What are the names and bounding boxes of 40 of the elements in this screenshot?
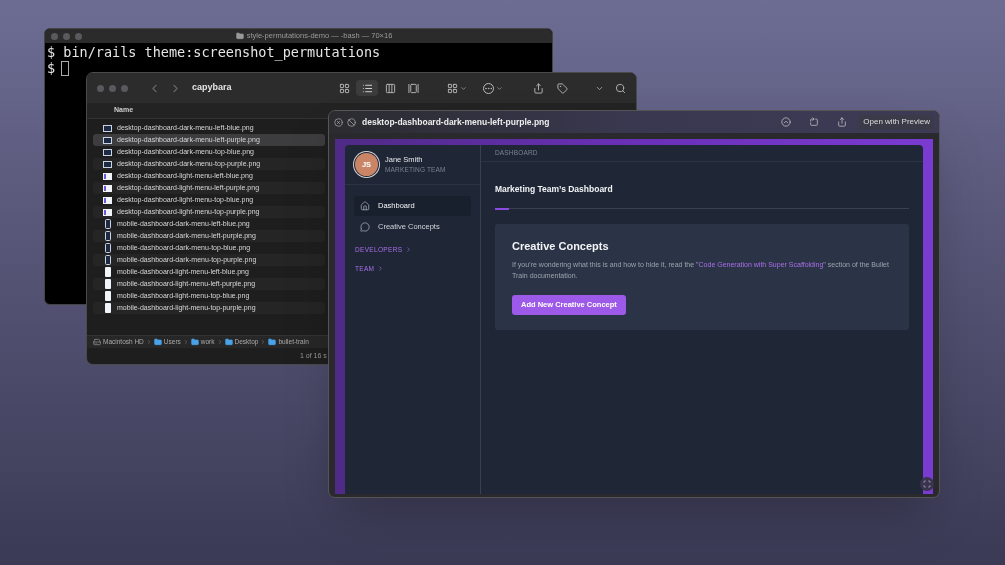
chevron-right-icon — [145, 339, 152, 345]
image-thumbnail-icon — [103, 208, 112, 216]
home-icon — [360, 201, 370, 211]
chat-bubble-icon — [360, 222, 370, 232]
terminal-line: $ bin/rails theme:screenshot_permutations — [47, 44, 381, 60]
chevron-right-icon — [260, 339, 267, 345]
chevron-right-icon — [216, 339, 223, 345]
list-icon — [361, 82, 373, 94]
image-thumbnail-icon — [103, 184, 112, 192]
card-title: Creative Concepts — [512, 239, 610, 254]
close-icon[interactable] — [334, 117, 343, 127]
page-heading: Marketing Team’s Dashboard — [495, 184, 613, 194]
search-icon[interactable] — [615, 82, 626, 94]
list-view-button[interactable] — [356, 80, 378, 96]
hard-drive-icon — [93, 338, 101, 346]
folder-icon — [190, 338, 199, 346]
grid-icon — [447, 82, 458, 94]
rotate-icon[interactable] — [809, 117, 820, 127]
tag-icon[interactable] — [557, 82, 568, 94]
window-title: desktop-dashboard-dark-menu-left-purple.png — [362, 115, 550, 129]
folder-icon — [153, 338, 162, 346]
folder-icon — [235, 32, 244, 40]
folder-icon — [268, 338, 277, 346]
column-view-icon[interactable] — [385, 82, 396, 94]
chevron-down-icon — [496, 84, 503, 92]
chevron-right-icon — [377, 265, 385, 272]
chevron-right-icon — [182, 339, 189, 345]
share-icon[interactable] — [533, 82, 544, 94]
image-thumbnail-icon — [103, 172, 112, 180]
gallery-view-icon[interactable] — [408, 82, 419, 94]
terminal-line: $ — [47, 60, 56, 76]
group-button[interactable] — [447, 82, 467, 94]
share-icon[interactable] — [837, 117, 848, 127]
chevron-right-icon — [405, 246, 413, 253]
grid-view-icon[interactable] — [339, 82, 350, 94]
image-thumbnail-icon — [103, 196, 112, 204]
folder-icon — [224, 338, 233, 346]
open-with-preview-button[interactable]: Open with Preview — [859, 114, 934, 130]
window-title: capybara — [192, 81, 232, 95]
chevron-down-icon — [460, 84, 467, 92]
